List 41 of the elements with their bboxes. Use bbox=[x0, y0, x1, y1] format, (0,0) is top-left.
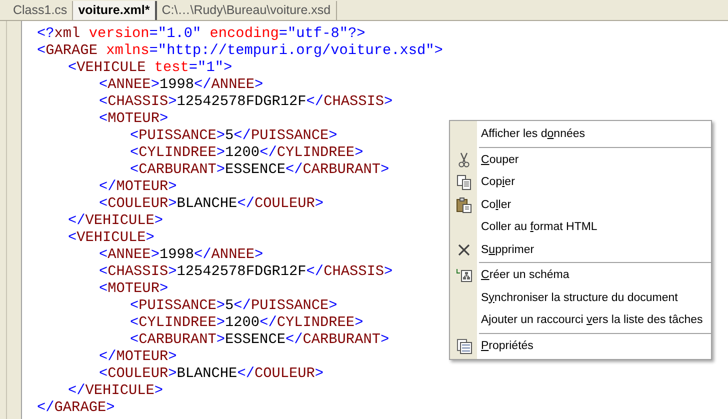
code-line: <CYLINDREE>1200</CYLINDREE> bbox=[130, 145, 364, 161]
code-line: <COULEUR>BLANCHE</COULEUR> bbox=[99, 366, 324, 382]
menu-item[interactable]: Synchroniser la structure du document bbox=[477, 286, 711, 309]
code-line: </VEHICULE> bbox=[68, 383, 164, 399]
code-line: </MOTEUR> bbox=[99, 349, 177, 365]
code-line: <CHASSIS>12542578FDGR12F</CHASSIS> bbox=[99, 94, 393, 110]
code-line: <CYLINDREE>1200</CYLINDREE> bbox=[130, 315, 364, 331]
copy-icon bbox=[456, 174, 472, 190]
code-line: </VEHICULE> bbox=[68, 213, 164, 229]
menu-item[interactable]: Coller bbox=[477, 194, 711, 216]
code-line: <PUISSANCE>5</PUISSANCE> bbox=[130, 298, 338, 314]
code-line: <GARAGE xmlns="http://tempuri.org/voiture.xsd"> bbox=[37, 43, 443, 59]
code-line: <VEHICULE> bbox=[68, 230, 154, 246]
properties-icon bbox=[456, 338, 472, 354]
code-line: <PUISSANCE>5</PUISSANCE> bbox=[130, 128, 338, 144]
menu-item[interactable]: Propriétés bbox=[477, 334, 711, 357]
code-line: </GARAGE> bbox=[37, 400, 115, 416]
paste-icon bbox=[456, 196, 472, 213]
menu-item[interactable]: Couper bbox=[477, 148, 711, 171]
delete-icon bbox=[456, 242, 470, 257]
menu-item[interactable]: Copier bbox=[477, 171, 711, 194]
code-line: <CARBURANT>ESSENCE</CARBURANT> bbox=[130, 332, 390, 348]
code-line: <ANNEE>1998</ANNEE> bbox=[99, 77, 264, 93]
editor-tab[interactable]: voiture.xml* bbox=[73, 1, 157, 20]
scissors-icon bbox=[456, 152, 470, 168]
code-line: <MOTEUR> bbox=[99, 281, 168, 297]
code-line: <VEHICULE test="1"> bbox=[68, 60, 232, 76]
menu-item[interactable]: Créer un schéma bbox=[477, 264, 711, 286]
code-line: <?xml version="1.0" encoding="utf-8"?> bbox=[37, 26, 366, 42]
code-line: <MOTEUR> bbox=[99, 111, 168, 127]
code-line: <ANNEE>1998</ANNEE> bbox=[99, 247, 264, 263]
menu-item[interactable]: Afficher les données bbox=[477, 123, 711, 146]
code-line: </MOTEUR> bbox=[99, 179, 177, 195]
menu-item[interactable]: Supprimer bbox=[477, 238, 711, 261]
diagram-icon bbox=[456, 267, 472, 284]
menu-item[interactable]: Ajouter un raccourci vers la liste des tâches bbox=[477, 309, 711, 332]
menu-item[interactable]: Coller au format HTML bbox=[477, 216, 711, 238]
editor-tab[interactable]: C:\…\Rudy\Bureau\voiture.xsd bbox=[156, 1, 337, 20]
code-line: <CHASSIS>12542578FDGR12F</CHASSIS> bbox=[99, 264, 393, 280]
code-line: <COULEUR>BLANCHE</COULEUR> bbox=[99, 196, 324, 212]
code-line: <CARBURANT>ESSENCE</CARBURANT> bbox=[130, 162, 390, 178]
